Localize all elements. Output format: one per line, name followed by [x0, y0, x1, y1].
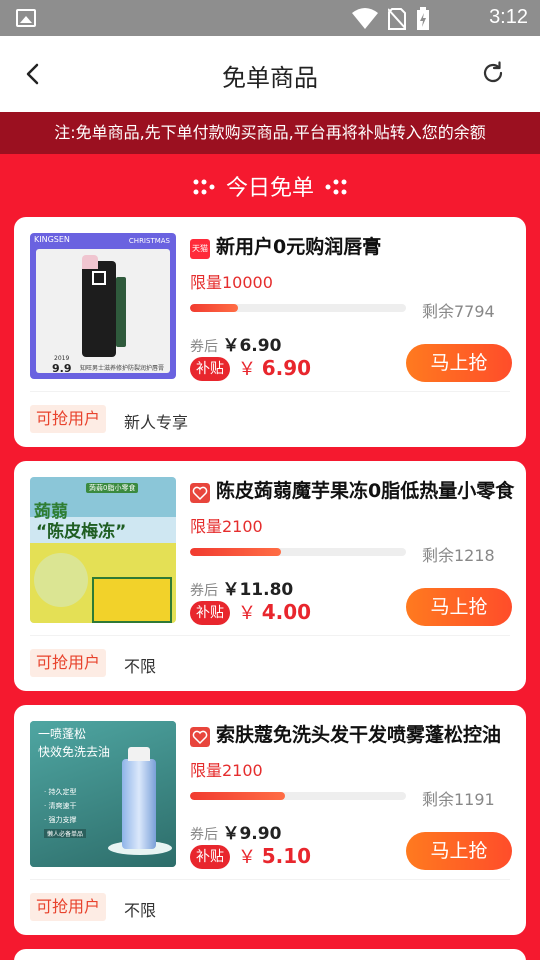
page-title: 免单商品 [222, 64, 318, 92]
refresh-icon[interactable] [480, 60, 506, 86]
app-header: 免单商品 [0, 36, 540, 112]
product-card[interactable]: 蒟蒻 “陈皮梅冻” 蒟蒻0脂小零食 陈皮蒟蒻魔芋果冻0脂低热量小零食 限量210… [14, 461, 526, 691]
subsidy-currency: ￥ [238, 359, 256, 380]
store-badge-icon [190, 483, 210, 503]
stock-progress-bar [190, 548, 406, 556]
after-coupon-price: 券后 ￥6.90 [190, 331, 281, 356]
grab-now-button[interactable]: 马上抢 [406, 344, 512, 382]
stock-progress-fill [190, 548, 281, 556]
product-card[interactable]: KINGSEN CHRISTMAS 2019 9.9 知旺男士滋养修护防裂润护唇… [14, 217, 526, 447]
decor-dots-left-icon [193, 179, 215, 195]
product-image-dryspray[interactable]: 一喷蓬松 快效免洗去油 · 持久定型 · 清爽速干 · 强力支撑 懒人必备单品 [30, 721, 176, 867]
battery-icon [417, 7, 429, 30]
after-coupon-price: 券后 ￥9.90 [190, 819, 281, 844]
decor-dots-right-icon [325, 179, 347, 195]
thumb-tagline-text: 蒟蒻0脂小零食 [86, 483, 139, 493]
eligible-user-label: 可抢用户 [30, 893, 107, 921]
thumb-year-text: 2019 [54, 355, 70, 362]
no-sim-icon [388, 8, 406, 30]
clock: 3:12 [489, 6, 528, 28]
eligible-user-value: 不限 [124, 657, 157, 676]
grab-now-button[interactable]: 马上抢 [406, 588, 512, 626]
wifi-icon [352, 8, 378, 29]
subsidy-value: 5.10 [261, 844, 312, 868]
divider [30, 635, 510, 636]
eligible-user-value: 新人专享 [124, 413, 189, 432]
limit-quantity: 限量2100 [190, 517, 263, 536]
thumb-product-text: “陈皮梅冻” [36, 522, 127, 542]
product-image-lipbalm[interactable]: KINGSEN CHRISTMAS 2019 9.9 知旺男士滋养修护防裂润护唇… [30, 233, 176, 379]
subsidy-value: 4.00 [261, 600, 312, 624]
section-title-text: 今日免单 [225, 176, 314, 201]
subsidy-currency: ￥ [238, 603, 256, 624]
after-coupon-value: ￥6.90 [222, 336, 282, 356]
divider [30, 391, 510, 392]
eligible-user-label: 可抢用户 [30, 405, 107, 433]
thumb-feature-3-text: · 强力支撑 [44, 816, 77, 824]
store-badge-icon [190, 727, 210, 747]
thumb-headline-text: 一喷蓬松 [38, 727, 87, 741]
after-coupon-label: 券后 [190, 583, 218, 599]
thumb-tag-text: 懒人必备单品 [44, 829, 87, 838]
thumb-feature-1-text: · 持久定型 [44, 788, 77, 796]
subsidy-value: 6.90 [261, 356, 312, 380]
eligible-user-value: 不限 [124, 901, 157, 920]
subsidy-currency: ￥ [238, 847, 256, 868]
section-title: 今日免单 [0, 170, 540, 202]
thumb-price-text: 9.9 [52, 362, 72, 375]
after-coupon-price: 券后 ￥11.80 [190, 575, 293, 600]
product-name[interactable]: 新用户0元购润唇膏 [216, 232, 516, 259]
after-coupon-value: ￥11.80 [222, 580, 294, 600]
subsidy-price: ￥ 5.10 [238, 843, 311, 869]
product-image-jelly[interactable]: 蒟蒻 “陈皮梅冻” 蒟蒻0脂小零食 [30, 477, 176, 623]
subsidy-price: ￥ 6.90 [238, 355, 311, 381]
eligible-user-label: 可抢用户 [30, 649, 107, 677]
stock-progress-bar [190, 792, 406, 800]
product-name[interactable]: 索肤蔻免洗头发干发喷雾蓬松控油 [216, 720, 516, 747]
grab-now-button[interactable]: 马上抢 [406, 832, 512, 870]
status-bar: 3:12 [0, 0, 540, 36]
remaining-count: 剩余7794 [422, 302, 495, 321]
thumb-desc-text: 知旺男士滋养修护防裂润护唇膏 [80, 365, 165, 372]
limit-quantity: 限量2100 [190, 761, 263, 780]
tmall-badge-icon: 天猫 [190, 239, 210, 259]
after-coupon-label: 券后 [190, 339, 218, 355]
image-notification-icon [16, 9, 36, 27]
divider [30, 879, 510, 880]
stock-progress-fill [190, 304, 238, 312]
after-coupon-label: 券后 [190, 827, 218, 843]
subsidy-tag: 补贴 [190, 845, 230, 869]
thumb-christmas-text: CHRISTMAS [128, 237, 170, 245]
thumb-feature-2-text: · 清爽速干 [44, 802, 77, 810]
thumb-subline-text: 快效免洗去油 [38, 745, 111, 759]
product-name[interactable]: 陈皮蒟蒻魔芋果冻0脂低热量小零食 [216, 476, 516, 503]
product-card[interactable]: 一喷蓬松 快效免洗去油 · 持久定型 · 清爽速干 · 强力支撑 懒人必备单品 … [14, 705, 526, 935]
after-coupon-value: ￥9.90 [222, 824, 282, 844]
stock-progress-fill [190, 792, 286, 800]
thumb-brand-text: KINGSEN [34, 235, 70, 244]
subsidy-price: ￥ 4.00 [238, 599, 311, 625]
system-icons [352, 7, 430, 31]
remaining-count: 剩余1218 [422, 546, 495, 565]
stock-progress-bar [190, 304, 406, 312]
product-card-partial [14, 949, 526, 960]
subsidy-tag: 补贴 [190, 357, 230, 381]
limit-quantity: 限量10000 [190, 273, 273, 292]
notice-banner: 注:免单商品,先下单付款购买商品,平台再将补贴转入您的余额 [0, 112, 540, 154]
subsidy-tag: 补贴 [190, 601, 230, 625]
remaining-count: 剩余1191 [422, 790, 495, 809]
